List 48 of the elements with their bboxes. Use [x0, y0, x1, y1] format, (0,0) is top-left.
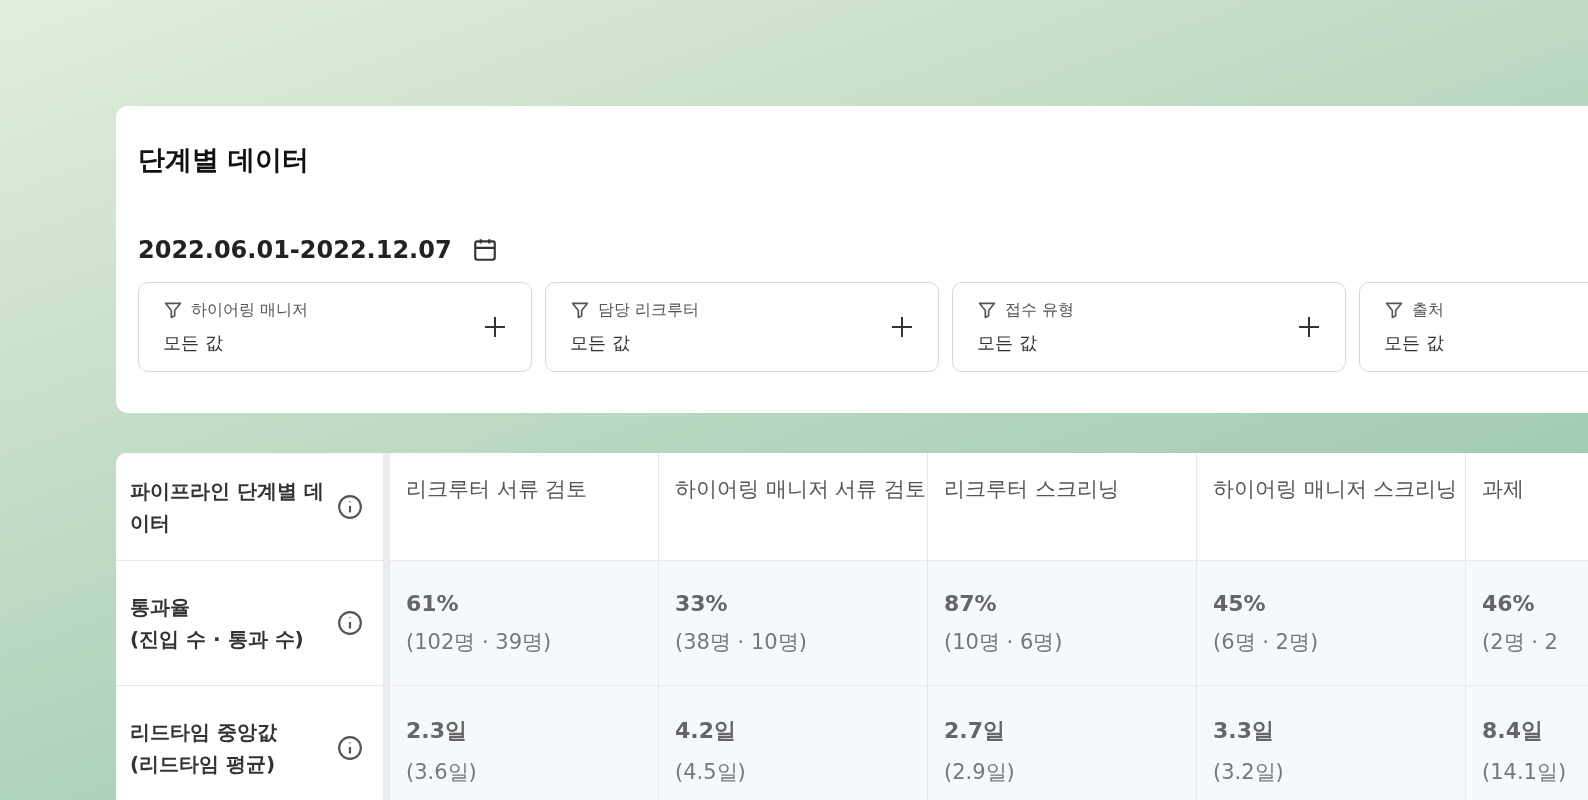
filter-icon — [163, 300, 183, 320]
filter-value: 모든 값 — [1384, 330, 1444, 355]
cell-detail: (6명 · 2명) — [1213, 629, 1320, 656]
plus-icon — [890, 315, 914, 339]
cell-value: 3.3일 — [1213, 717, 1275, 745]
cell-detail: (4.5일) — [675, 759, 747, 786]
filter-icon — [1384, 300, 1404, 320]
cell-value: 8.4일 — [1482, 717, 1544, 745]
plus-icon — [483, 315, 507, 339]
info-icon[interactable] — [337, 610, 363, 636]
filter-label: 접수 유형 — [1005, 299, 1075, 321]
filter-dropdown[interactable]: 접수 유형 모든 값 — [952, 282, 1346, 372]
row-header: 리드타임 중앙값 (리드타임 평균) — [130, 719, 277, 778]
filter-value: 모든 값 — [977, 330, 1038, 355]
cell-value: 46% — [1482, 591, 1536, 616]
cell-detail: (3.6일) — [406, 759, 478, 786]
date-range: 2022.06.01-2022.12.07 — [138, 236, 452, 264]
filter-label: 출처 — [1412, 299, 1444, 321]
filter-value: 모든 값 — [570, 330, 631, 355]
filter-label: 담당 리크루터 — [598, 299, 700, 321]
cell-value: 61% — [406, 591, 460, 616]
cell-detail: (3.2일) — [1213, 759, 1285, 786]
cell-detail: (10명 · 6명) — [944, 629, 1064, 656]
cell-value: 87% — [944, 591, 998, 616]
filter-dropdown[interactable]: 하이어링 매니저 모든 값 — [138, 282, 532, 372]
cell-detail: (102명 · 39명) — [406, 629, 553, 656]
filter-value: 모든 값 — [163, 330, 224, 355]
plus-icon — [1297, 315, 1321, 339]
info-icon[interactable] — [337, 735, 363, 761]
filter-dropdown[interactable]: 출처 모든 값 — [1359, 282, 1588, 372]
row-header: 통과율 (진입 수 · 통과 수) — [130, 594, 304, 653]
cell-detail: (14.1일) — [1482, 759, 1568, 786]
cell-value: 4.2일 — [675, 717, 737, 745]
cell-detail: (2.9일) — [944, 759, 1016, 786]
cell-value: 2.3일 — [406, 717, 468, 745]
filter-dropdown[interactable]: 담당 리크루터 모든 값 — [545, 282, 939, 372]
cell-value: 45% — [1213, 591, 1267, 616]
cell-value: 33% — [675, 591, 729, 616]
info-icon[interactable] — [337, 493, 363, 520]
cell-detail: (38명 · 10명) — [675, 629, 808, 656]
filter-icon — [570, 300, 590, 320]
cell-value: 2.7일 — [944, 717, 1006, 745]
row-header: 파이프라인 단계별 데이터 — [130, 477, 325, 537]
cell-detail: (2명 · 2 — [1482, 629, 1559, 656]
filter-label: 하이어링 매니저 — [191, 299, 309, 321]
calendar-icon[interactable] — [471, 237, 498, 263]
filter-icon — [977, 300, 997, 320]
section-title: 단계별 데이터 — [138, 143, 311, 177]
